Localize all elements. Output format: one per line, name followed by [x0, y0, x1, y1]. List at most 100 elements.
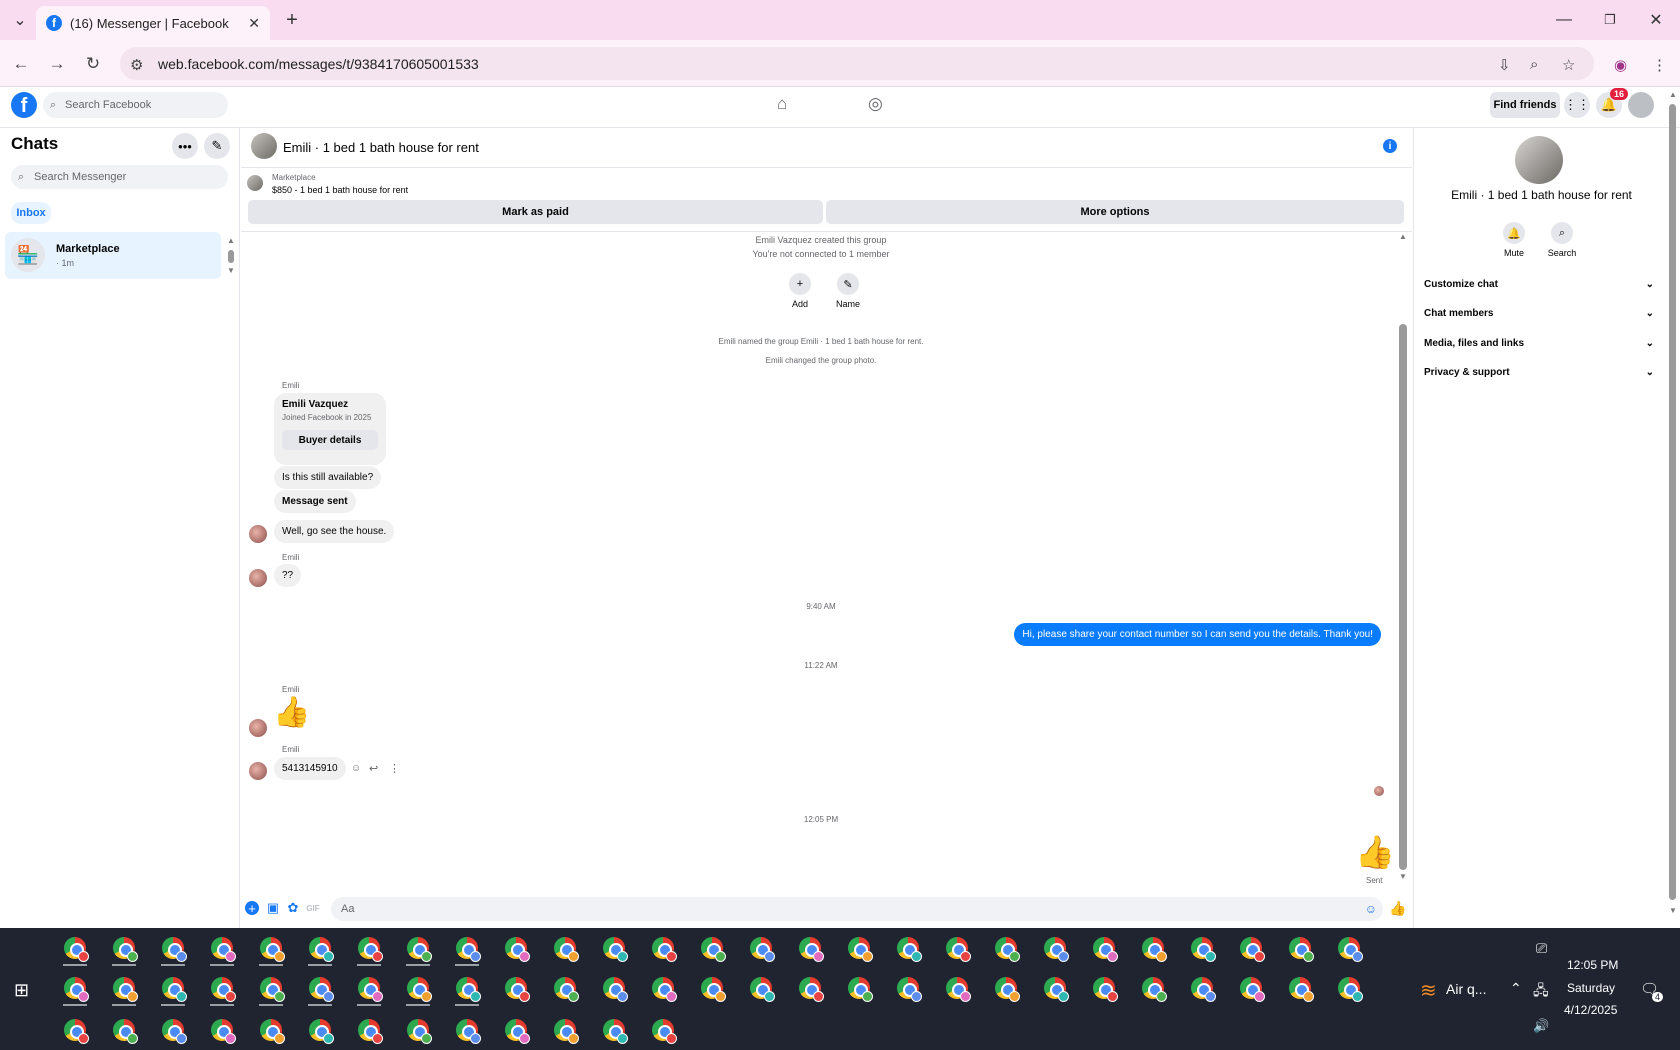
buyer-details-button[interactable]: Buyer details [282, 430, 378, 450]
thumbs-up-icon[interactable]: 👍 [273, 695, 310, 730]
chrome-profile-taskbar-icon[interactable] [55, 970, 95, 1006]
install-app-icon[interactable]: ⇩ [1498, 56, 1511, 74]
scroll-down-icon[interactable]: ▼ [1399, 872, 1407, 881]
chrome-profile-taskbar-icon[interactable] [496, 930, 536, 966]
chrome-profile-taskbar-icon[interactable] [1084, 970, 1124, 1006]
more-actions-plus-icon[interactable]: + [245, 901, 259, 916]
add-member-button[interactable]: + Add [781, 273, 819, 309]
chrome-profile-taskbar-icon[interactable] [447, 930, 487, 966]
zoom-icon[interactable]: ⌕ [1530, 56, 1538, 73]
chrome-profile-taskbar-icon[interactable] [447, 1012, 487, 1048]
chrome-profile-taskbar-icon[interactable] [398, 970, 438, 1006]
chrome-profile-taskbar-icon[interactable] [545, 1012, 585, 1048]
mute-button[interactable]: 🔔 Mute [1494, 222, 1534, 258]
facebook-search-input[interactable]: ⌕ Search Facebook [43, 92, 228, 118]
chrome-profile-taskbar-icon[interactable] [986, 930, 1026, 966]
sidebar-scroll-up-icon[interactable]: ▲ [227, 236, 235, 245]
chrome-profile-taskbar-icon[interactable] [937, 930, 977, 966]
chrome-profile-taskbar-icon[interactable] [251, 930, 291, 966]
page-scroll-down-icon[interactable]: ▼ [1669, 906, 1677, 915]
chrome-profile-taskbar-icon[interactable] [643, 970, 683, 1006]
chrome-profile-taskbar-icon[interactable] [1035, 970, 1075, 1006]
chrome-profile-taskbar-icon[interactable] [398, 1012, 438, 1048]
chrome-profile-taskbar-icon[interactable] [545, 970, 585, 1006]
url-input[interactable]: web.facebook.com/messages/t/938417060500… [120, 47, 1594, 80]
thumbs-up-icon[interactable]: 👍 [1355, 833, 1395, 871]
chrome-profile-taskbar-icon[interactable] [496, 970, 536, 1006]
chrome-profile-taskbar-icon[interactable] [594, 930, 634, 966]
chrome-profile-taskbar-icon[interactable] [398, 930, 438, 966]
message-bubble[interactable]: ?? [274, 564, 302, 587]
chrome-profile-taskbar-icon[interactable] [153, 930, 193, 966]
emili-avatar[interactable] [249, 719, 267, 737]
chat-options-icon[interactable]: ••• [172, 133, 198, 159]
windows-start-icon[interactable]: ⊞ [14, 980, 29, 1001]
volume-icon[interactable]: 🔊 [1533, 1018, 1549, 1034]
reply-icon[interactable]: ↩ [369, 762, 378, 775]
page-scrollbar-thumb[interactable] [1669, 104, 1676, 900]
chrome-profile-taskbar-icon[interactable] [986, 970, 1026, 1006]
chrome-profile-taskbar-icon[interactable] [1133, 930, 1173, 966]
chrome-profile-taskbar-icon[interactable] [251, 1012, 291, 1048]
chrome-profile-taskbar-icon[interactable] [643, 1012, 683, 1048]
chrome-profile-taskbar-icon[interactable] [839, 970, 879, 1006]
customize-chat-section[interactable]: Customize chat ⌄ [1424, 274, 1654, 294]
chat-list-item[interactable]: 🏪 Marketplace · 1m [5, 232, 221, 279]
reload-icon[interactable]: ↻ [80, 51, 106, 77]
bookmark-star-icon[interactable]: ☆ [1562, 56, 1575, 74]
chrome-profile-taskbar-icon[interactable] [594, 1012, 634, 1048]
chrome-profile-taskbar-icon[interactable] [153, 970, 193, 1006]
new-tab-icon[interactable]: + [278, 8, 306, 32]
chrome-profile-taskbar-icon[interactable] [1084, 930, 1124, 966]
chrome-profile-taskbar-icon[interactable] [1182, 970, 1222, 1006]
chrome-profile-taskbar-icon[interactable] [300, 1012, 340, 1048]
restore-icon[interactable]: ❐ [1596, 8, 1624, 32]
weather-icon[interactable]: ≋ [1420, 978, 1437, 1003]
back-icon[interactable]: ← [8, 51, 34, 77]
chrome-profile-taskbar-icon[interactable] [741, 930, 781, 966]
photo-icon[interactable]: ▣ [266, 900, 280, 915]
outgoing-message-bubble[interactable]: Hi, please share your contact number so … [1014, 623, 1381, 646]
chrome-profile-taskbar-icon[interactable] [692, 970, 732, 1006]
weather-text[interactable]: Air q... [1446, 981, 1486, 997]
groups-icon[interactable]: ◎ [868, 94, 883, 114]
site-info-icon[interactable]: ⚙ [130, 56, 143, 74]
chrome-profile-taskbar-icon[interactable] [937, 970, 977, 1006]
chrome-profile-taskbar-icon[interactable] [888, 930, 928, 966]
browser-tab[interactable]: f (16) Messenger | Facebook ✕ [36, 6, 270, 40]
browser-menu-icon[interactable]: ⋮ [1652, 56, 1667, 74]
privacy-support-section[interactable]: Privacy & support ⌄ [1424, 362, 1654, 382]
forward-icon[interactable]: → [44, 51, 70, 77]
media-files-section[interactable]: Media, files and links ⌄ [1424, 333, 1654, 353]
chrome-profile-taskbar-icon[interactable] [1280, 930, 1320, 966]
chrome-profile-taskbar-icon[interactable] [153, 1012, 193, 1048]
chrome-profile-taskbar-icon[interactable] [741, 970, 781, 1006]
chrome-profile-taskbar-icon[interactable] [300, 970, 340, 1006]
sidebar-scroll-down-icon[interactable]: ▼ [227, 266, 235, 275]
chrome-profile-taskbar-icon[interactable] [349, 930, 389, 966]
chrome-profile-taskbar-icon[interactable] [1035, 930, 1075, 966]
menu-grid-icon[interactable]: ⋮⋮ [1564, 92, 1590, 118]
page-scrollbar[interactable]: ▲ ▼ [1669, 90, 1677, 918]
message-bubble[interactable]: 5413145910 [274, 757, 346, 780]
tab-search-icon[interactable]: ⌄ [6, 8, 34, 32]
clock-date[interactable]: 4/12/2025 [1564, 1003, 1617, 1017]
info-icon[interactable]: i [1383, 139, 1397, 153]
emili-avatar[interactable] [249, 569, 267, 587]
message-bubble[interactable]: Well, go see the house. [274, 520, 395, 543]
chrome-profile-taskbar-icon[interactable] [594, 970, 634, 1006]
emoji-icon[interactable]: ☺ [1365, 902, 1377, 916]
chrome-profile-taskbar-icon[interactable] [790, 970, 830, 1006]
new-message-icon[interactable]: ✎ [204, 133, 230, 159]
profile-icon[interactable]: ◉ [1614, 56, 1627, 74]
chrome-profile-taskbar-icon[interactable] [790, 930, 830, 966]
sidebar-scrollbar[interactable] [228, 250, 234, 263]
group-avatar[interactable] [251, 133, 277, 159]
listing-thumbnail[interactable] [247, 175, 263, 191]
search-conversation-button[interactable]: ⌕ Search [1542, 222, 1582, 258]
listing-title[interactable]: $850 - 1 bed 1 bath house for rent [272, 185, 408, 195]
chrome-profile-taskbar-icon[interactable] [839, 930, 879, 966]
gif-icon[interactable]: GIF [306, 901, 320, 915]
group-photo[interactable] [1515, 136, 1563, 184]
chrome-profile-taskbar-icon[interactable] [692, 930, 732, 966]
